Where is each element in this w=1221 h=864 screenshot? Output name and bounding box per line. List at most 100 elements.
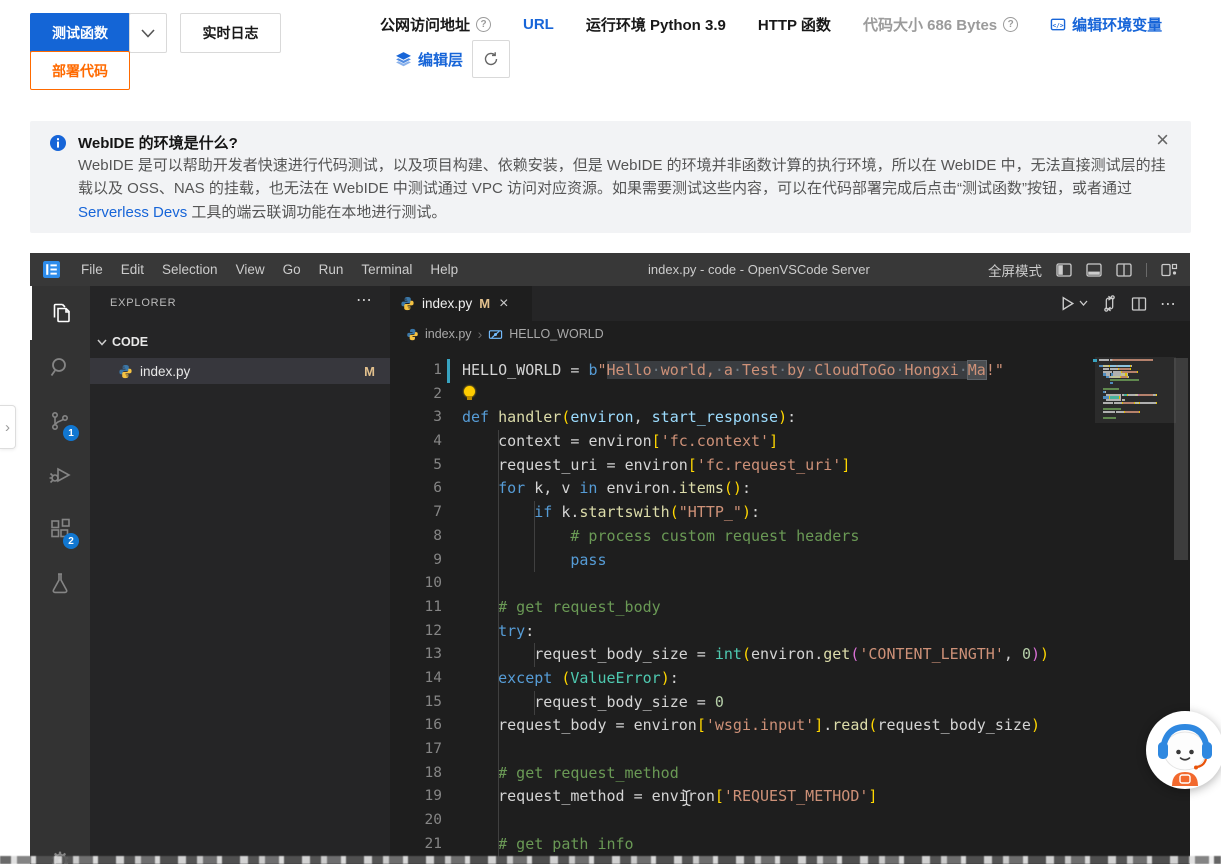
realtime-log-button[interactable]: 实时日志 bbox=[180, 13, 281, 53]
test-function-dropdown[interactable] bbox=[129, 13, 167, 53]
editor-group: index.py M × bbox=[390, 286, 1190, 864]
edit-env-vars-link[interactable]: </> 编辑环境变量 bbox=[1050, 14, 1162, 35]
code-line[interactable]: 4 context = environ['fc.context'] bbox=[390, 430, 1190, 454]
line-number: 16 bbox=[390, 714, 462, 738]
file-item-indexpy[interactable]: index.py M bbox=[90, 358, 390, 384]
indent-guide bbox=[534, 643, 535, 667]
more-actions-icon[interactable]: ⋯ bbox=[356, 290, 372, 310]
menu-help[interactable]: Help bbox=[421, 253, 467, 286]
help-icon[interactable]: ? bbox=[1003, 17, 1018, 32]
code-line[interactable]: 19 request_method = environ['REQUEST_MET… bbox=[390, 785, 1190, 809]
url-link[interactable]: URL bbox=[523, 16, 554, 33]
refresh-button[interactable] bbox=[472, 40, 510, 78]
titlebar: FileEditSelectionViewGoRunTerminalHelp i… bbox=[30, 253, 1190, 286]
line-number: 9 bbox=[390, 549, 462, 573]
test-function-button[interactable]: 测试函数 bbox=[30, 13, 130, 53]
code-line[interactable]: 7 if k.startswith("HTTP_"): bbox=[390, 501, 1190, 525]
menu-edit[interactable]: Edit bbox=[112, 253, 153, 286]
tab-indexpy[interactable]: index.py M × bbox=[390, 286, 532, 321]
line-number: 6 bbox=[390, 477, 462, 501]
code-size-label: 代码大小 686 Bytes bbox=[863, 14, 997, 35]
extensions-icon[interactable]: 2 bbox=[30, 502, 90, 556]
split-editor-icon[interactable] bbox=[1131, 296, 1147, 312]
layers-icon bbox=[395, 51, 412, 68]
menu-terminal[interactable]: Terminal bbox=[352, 253, 421, 286]
breadcrumb-symbol[interactable]: HELLO_WORLD bbox=[509, 327, 603, 341]
chevron-right-icon: › bbox=[478, 326, 483, 342]
tab-bar: index.py M × bbox=[390, 286, 1190, 321]
menu-run[interactable]: Run bbox=[310, 253, 353, 286]
vertical-scrollbar[interactable] bbox=[1174, 358, 1188, 560]
help-icon[interactable]: ? bbox=[476, 17, 491, 32]
sidebar-expander-button[interactable]: › bbox=[0, 405, 16, 449]
code-line[interactable]: 21 # get path info bbox=[390, 833, 1190, 857]
breadcrumb-file[interactable]: index.py bbox=[425, 327, 472, 341]
function-meta-row: 公网访问地址 ? URL 运行环境 Python 3.9 HTTP 函数 代码大… bbox=[380, 11, 1162, 37]
search-icon[interactable] bbox=[30, 340, 90, 394]
code-line[interactable]: 6 for k, v in environ.items(): bbox=[390, 477, 1190, 501]
deploy-code-button[interactable]: 部署代码 bbox=[30, 51, 130, 90]
menu-selection[interactable]: Selection bbox=[153, 253, 227, 286]
code-line[interactable]: 15 request_body_size = 0 bbox=[390, 691, 1190, 715]
run-button[interactable] bbox=[1059, 295, 1088, 312]
code-line[interactable]: 9 pass bbox=[390, 549, 1190, 573]
menu-go[interactable]: Go bbox=[274, 253, 310, 286]
explorer-icon[interactable] bbox=[30, 286, 90, 340]
extensions-badge: 2 bbox=[63, 533, 79, 549]
code-line[interactable]: 11 # get request_body bbox=[390, 596, 1190, 620]
vscode-window: FileEditSelectionViewGoRunTerminalHelp i… bbox=[30, 253, 1190, 864]
bottom-artifact-strip bbox=[0, 856, 1221, 864]
indent-guide bbox=[534, 501, 535, 572]
minimap[interactable] bbox=[1099, 359, 1172, 419]
code-line[interactable]: 17 bbox=[390, 738, 1190, 762]
code-line[interactable]: 5 request_uri = environ['fc.request_uri'… bbox=[390, 454, 1190, 478]
customer-service-mascot[interactable] bbox=[1146, 711, 1221, 789]
code-line[interactable]: 20 bbox=[390, 809, 1190, 833]
editor-actions: ⋯ bbox=[1059, 286, 1176, 321]
code-line[interactable]: 3def handler(environ, start_response): bbox=[390, 406, 1190, 430]
http-function-label: HTTP 函数 bbox=[758, 14, 831, 35]
tree-section-code[interactable]: CODE bbox=[96, 330, 384, 354]
code-line[interactable]: 2 bbox=[390, 383, 1190, 407]
serverless-devs-link[interactable]: Serverless Devs bbox=[78, 204, 187, 221]
code-line[interactable]: 1HELLO_WORLD = b"Hello·world,·a·Test·by·… bbox=[390, 359, 1190, 383]
toggle-panel-icon[interactable] bbox=[1086, 262, 1102, 278]
toggle-sidebar-icon[interactable] bbox=[1056, 262, 1072, 278]
close-icon[interactable]: × bbox=[499, 295, 508, 313]
code-line[interactable]: 14 except (ValueError): bbox=[390, 667, 1190, 691]
line-number: 7 bbox=[390, 501, 462, 525]
modified-badge: M bbox=[364, 364, 375, 379]
explorer-sidebar: EXPLORER ⋯ CODE index.py M bbox=[90, 286, 390, 864]
window-controls: 全屏模式 bbox=[988, 253, 1178, 286]
code-line[interactable]: 16 request_body = environ['wsgi.input'].… bbox=[390, 714, 1190, 738]
chevron-down-icon bbox=[96, 336, 108, 348]
line-number: 18 bbox=[390, 762, 462, 786]
source-control-badge: 1 bbox=[63, 425, 79, 441]
lightbulb-icon[interactable] bbox=[464, 386, 475, 397]
code-editor[interactable]: 1HELLO_WORLD = b"Hello·world,·a·Test·by·… bbox=[390, 347, 1190, 864]
menu-view[interactable]: View bbox=[227, 253, 274, 286]
code-line[interactable]: 12 try: bbox=[390, 620, 1190, 644]
line-number: 19 bbox=[390, 785, 462, 809]
source-control-icon[interactable]: 1 bbox=[30, 394, 90, 448]
split-editor-icon[interactable] bbox=[1116, 262, 1132, 278]
line-number: 10 bbox=[390, 572, 462, 596]
more-actions-icon[interactable]: ⋯ bbox=[1160, 294, 1176, 314]
env-window-icon: </> bbox=[1050, 17, 1066, 32]
page: 测试函数 实时日志 部署代码 公网访问地址 ? URL 运行环境 Python … bbox=[0, 0, 1221, 864]
close-icon[interactable]: × bbox=[1156, 127, 1169, 153]
run-debug-icon[interactable] bbox=[30, 448, 90, 502]
menu-file[interactable]: File bbox=[72, 253, 112, 286]
code-line[interactable]: 8 # process custom request headers bbox=[390, 525, 1190, 549]
edit-layer-link[interactable]: 编辑层 bbox=[395, 49, 463, 70]
code-line[interactable]: 10 bbox=[390, 572, 1190, 596]
testing-icon[interactable] bbox=[30, 556, 90, 610]
indent-guide bbox=[534, 691, 535, 715]
code-line[interactable]: 18 # get request_method bbox=[390, 762, 1190, 786]
open-changes-icon[interactable] bbox=[1101, 295, 1118, 312]
code-line[interactable]: 13 request_body_size = int(environ.get('… bbox=[390, 643, 1190, 667]
fullscreen-button[interactable]: 全屏模式 bbox=[988, 260, 1042, 280]
customize-layout-icon[interactable] bbox=[1161, 262, 1178, 278]
banner-title: WebIDE 的环境是什么? bbox=[78, 132, 238, 153]
line-number: 2 bbox=[390, 383, 462, 407]
